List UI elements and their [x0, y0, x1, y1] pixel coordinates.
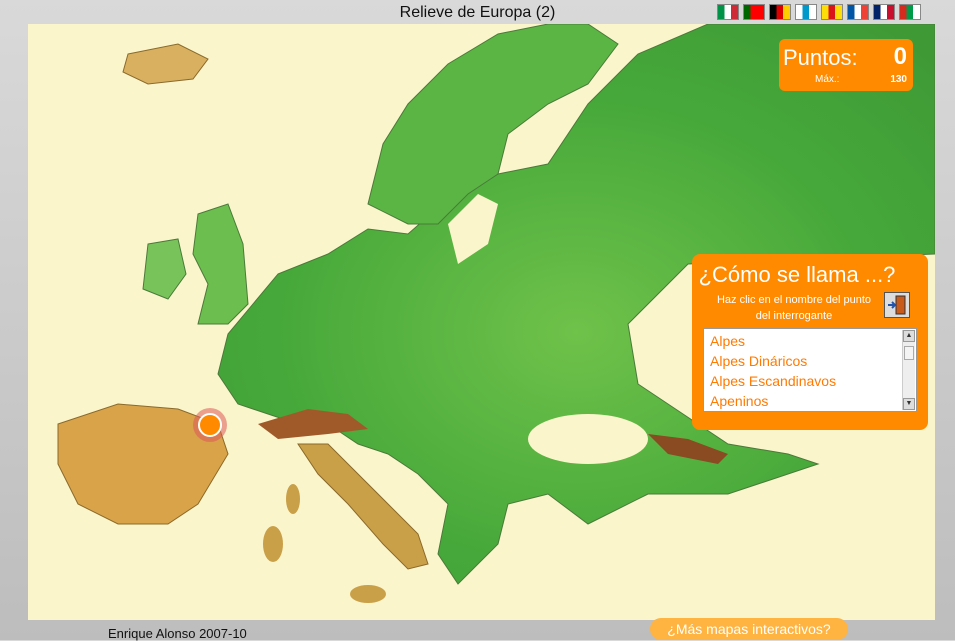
question-panel: ¿Cómo se llama ...? Haz clic en el nombr…	[692, 254, 928, 430]
italy-flag-icon[interactable]	[717, 4, 739, 20]
iceland	[122, 43, 209, 85]
uk-flag-icon[interactable]	[873, 4, 895, 20]
exit-door-icon	[888, 295, 906, 315]
score-value: 0	[893, 43, 907, 70]
corsica	[286, 484, 300, 514]
france-flag-icon[interactable]	[847, 4, 869, 20]
marker-dot	[198, 413, 222, 437]
scroll-down-arrow-icon[interactable]: ▼	[903, 398, 915, 410]
basque-flag-icon[interactable]	[899, 4, 921, 20]
great-britain	[192, 203, 249, 325]
answer-listbox[interactable]: Alpes Alpes Dináricos Alpes Escandinavos…	[703, 328, 917, 412]
max-label: Máx.:	[815, 74, 840, 85]
black-sea	[528, 414, 648, 464]
answer-option[interactable]: Apeninos	[704, 391, 902, 411]
ireland	[142, 238, 187, 300]
scroll-up-arrow-icon[interactable]: ▲	[903, 330, 915, 342]
catalonia-flag-icon[interactable]	[821, 4, 843, 20]
language-flags	[717, 4, 921, 20]
answer-options: Alpes Alpes Dináricos Alpes Escandinavos…	[704, 331, 902, 411]
more-maps-button[interactable]: ¿Más mapas interactivos?	[650, 618, 848, 640]
list-scrollbar[interactable]: ▲ ▼	[902, 330, 915, 410]
sardinia	[263, 526, 283, 562]
answer-option[interactable]: Alpes Dináricos	[704, 351, 902, 371]
scroll-thumb[interactable]	[904, 346, 914, 360]
max-value: 130	[890, 74, 907, 85]
author-credit: Enrique Alonso 2007-10	[108, 626, 247, 641]
portugal-flag-icon[interactable]	[743, 4, 765, 20]
score-label: Puntos:	[783, 45, 858, 70]
answer-option[interactable]: Alpes	[704, 331, 902, 351]
exit-button[interactable]	[884, 292, 910, 318]
question-hint: Haz clic en el nombre del punto del inte…	[716, 294, 872, 322]
question-title: ¿Cómo se llama ...?	[698, 262, 896, 287]
sicily	[350, 585, 386, 603]
germany-flag-icon[interactable]	[769, 4, 791, 20]
score-box: Puntos: 0 Máx.: 130	[779, 39, 913, 91]
question-point-marker	[193, 408, 227, 442]
galicia-flag-icon[interactable]	[795, 4, 817, 20]
answer-option[interactable]: Alpes Escandinavos	[704, 371, 902, 391]
